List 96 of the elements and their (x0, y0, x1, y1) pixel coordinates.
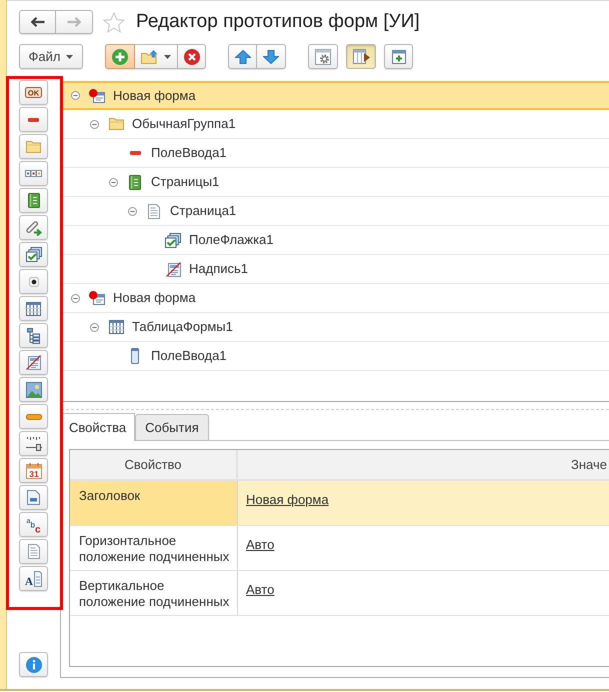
add-icon (112, 48, 128, 64)
slashed-page-icon (166, 262, 180, 276)
tree-row[interactable]: Страница1 (61, 197, 609, 226)
collapse-icon[interactable] (90, 120, 98, 128)
form-window-icon (89, 88, 105, 102)
three-boxes-icon (25, 170, 42, 177)
tool-button[interactable] (19, 296, 48, 321)
info-icon (26, 656, 42, 672)
page-icon (28, 544, 40, 559)
collapse-icon[interactable] (90, 322, 98, 332)
table-row[interactable]: Горизонтальное положение подчиненных Авто (70, 526, 609, 571)
table-cell: Заголовок (70, 481, 238, 525)
delete-icon (184, 48, 200, 64)
table-row[interactable]: Вертикальное положение подчиненных Авто (70, 571, 609, 616)
dash-icon (28, 118, 39, 122)
tool-button[interactable] (19, 404, 48, 429)
page-icon (148, 204, 160, 218)
book-icon (129, 174, 141, 190)
folder-icon (108, 118, 124, 130)
settings-button[interactable] (308, 44, 338, 69)
preview-button[interactable] (346, 44, 376, 69)
tool-button[interactable]: 31 (19, 458, 48, 483)
table-cell: Вертикальное положение подчиненных (70, 571, 238, 615)
table-cell: Горизонтальное положение подчиненных (70, 526, 238, 570)
tool-button[interactable] (19, 350, 48, 375)
value-link[interactable]: Авто (246, 582, 274, 597)
move-down-button[interactable] (257, 44, 286, 69)
tab[interactable]: Свойства (61, 413, 136, 441)
radio-button-icon (28, 276, 38, 286)
move-up-button[interactable] (228, 44, 257, 69)
checkbox-stack-icon (165, 232, 181, 248)
tree-row[interactable]: ПолеВвода1 (61, 342, 609, 371)
table-icon (108, 320, 124, 334)
tree-row[interactable]: Новая форма (61, 81, 609, 110)
hierarchy-icon (27, 328, 40, 344)
collapse-icon[interactable] (70, 294, 80, 302)
form-window-icon (89, 291, 105, 305)
dash-icon (130, 151, 140, 155)
star-icon[interactable] (103, 12, 125, 32)
tree-row[interactable]: Надпись1 (61, 255, 609, 284)
tree-row[interactable]: Новая форма (61, 284, 609, 313)
progress-bar-icon (26, 414, 42, 420)
tool-button[interactable] (19, 485, 48, 510)
column-header: Значе (238, 450, 609, 481)
add-button[interactable] (105, 44, 135, 69)
settings-icon (315, 48, 331, 64)
tool-button[interactable] (19, 323, 48, 348)
down-arrow-icon (263, 50, 279, 64)
collapse-icon[interactable] (108, 178, 118, 186)
tab[interactable]: События (135, 414, 209, 441)
column-header: Свойство (70, 450, 238, 481)
tool-button[interactable] (19, 431, 48, 456)
slider-icon (26, 436, 42, 450)
tree-row[interactable]: ОбычнаяГруппа1 (61, 110, 609, 139)
add-window-icon (392, 50, 406, 64)
menu-button[interactable]: Файл (19, 44, 83, 69)
add-form-button[interactable] (384, 44, 413, 69)
tree-row[interactable]: Страницы1 (61, 168, 609, 197)
move-to-folder-button[interactable] (135, 44, 178, 69)
table-row[interactable]: Заголовок Новая форма (70, 481, 609, 526)
tool-button[interactable] (19, 161, 48, 186)
collapse-icon[interactable] (128, 206, 136, 216)
folder-up-arrow-icon (141, 50, 158, 64)
up-arrow-icon (234, 50, 250, 64)
tool-button[interactable] (19, 377, 48, 402)
window-title: Редактор прототипов форм [УИ] (136, 10, 420, 34)
paperclip-arrow-icon (26, 220, 42, 236)
tool-button[interactable] (19, 242, 48, 267)
table-icon (26, 302, 41, 316)
folder-icon (26, 140, 41, 152)
calendar-icon: 31 (26, 462, 42, 478)
tool-button[interactable]: A (19, 566, 48, 591)
table-arrow-icon (352, 49, 370, 64)
tool-button[interactable] (19, 188, 48, 213)
tool-button[interactable] (19, 269, 48, 294)
tool-button[interactable] (19, 215, 48, 240)
picture-icon (26, 382, 42, 398)
slashed-page-icon (26, 355, 41, 370)
back-button[interactable] (19, 10, 56, 34)
value-link[interactable]: Авто (246, 537, 274, 552)
tree-row[interactable]: ПолеВвода1 (61, 139, 609, 168)
value-link[interactable]: Новая форма (246, 492, 329, 507)
caret-icon (66, 54, 74, 58)
page-field-icon (27, 490, 40, 505)
delete-button[interactable] (178, 44, 206, 69)
caret-icon (164, 54, 171, 58)
tool-button[interactable] (19, 107, 48, 132)
book-icon (28, 193, 40, 208)
forward-arrow-icon (67, 17, 81, 27)
checkbox-stack-icon (26, 247, 42, 262)
tree-row[interactable]: ТаблицаФормы1 (61, 313, 609, 342)
column-icon (131, 348, 139, 364)
info-button[interactable] (19, 652, 48, 677)
tree-row[interactable]: ПолеФлажка1 (61, 226, 609, 255)
collapse-icon[interactable] (70, 91, 80, 100)
back-arrow-icon (30, 17, 44, 27)
